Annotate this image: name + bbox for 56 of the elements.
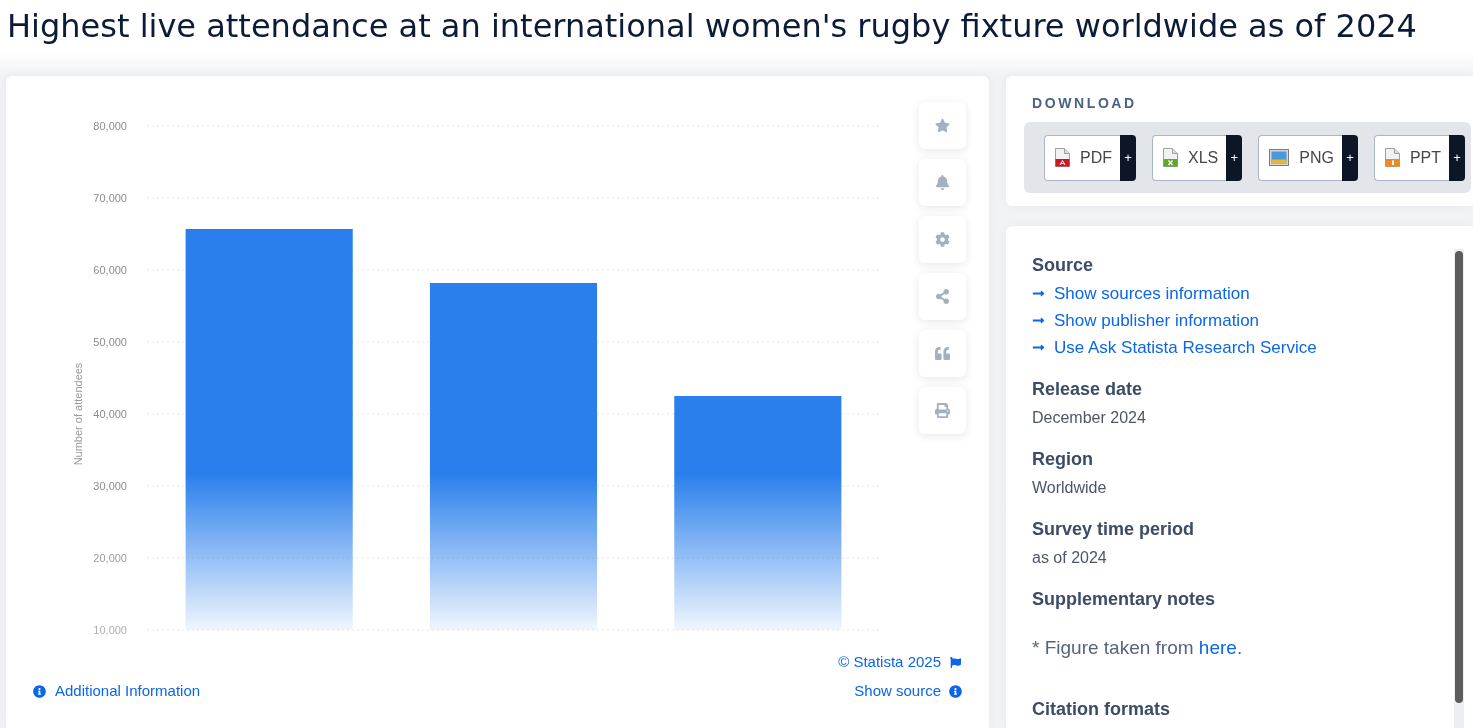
page-title: Highest live attendance at an international women's rugby fixture worldwide as of 2024 <box>7 6 1417 46</box>
show-source-link[interactable]: Show source <box>854 679 962 703</box>
quote-icon <box>935 346 950 361</box>
y-tick-label: 30,000 <box>93 480 127 492</box>
info-icon <box>949 684 962 698</box>
scrollbar-thumb[interactable] <box>1455 251 1463 703</box>
settings-button[interactable] <box>919 216 966 263</box>
download-button[interactable]: PDF <box>1044 134 1120 181</box>
download-heading: DOWNLOAD <box>1032 94 1137 113</box>
flag-icon[interactable] <box>950 656 961 668</box>
pdf-file-icon <box>1055 148 1070 167</box>
image-file-icon <box>1269 149 1290 166</box>
y-tick-label: 70,000 <box>93 192 127 204</box>
presentation-file-icon <box>1384 148 1400 167</box>
share-icon <box>935 289 950 304</box>
more-options-button[interactable]: + <box>1120 134 1136 181</box>
section-heading: Source <box>1032 254 1095 277</box>
y-tick-label: 20,000 <box>93 552 127 564</box>
section-heading: Region <box>1032 448 1094 471</box>
more-options-button[interactable]: + <box>1449 134 1466 181</box>
notification-button[interactable] <box>919 159 966 206</box>
cite-button[interactable] <box>919 330 966 377</box>
section-value: December 2024 <box>1032 408 1146 428</box>
download-button[interactable]: XLS <box>1152 134 1227 181</box>
print-button[interactable] <box>919 387 966 434</box>
section-heading: Citation formats <box>1032 698 1171 721</box>
section-heading: Supplementary notes <box>1032 588 1217 611</box>
supplementary-note: * Figure taken from here. <box>1032 636 1243 660</box>
y-tick-label: 60,000 <box>93 264 127 276</box>
star-icon <box>935 118 950 133</box>
spreadsheet-file-icon <box>1163 148 1178 167</box>
section-heading: Survey time period <box>1032 518 1196 541</box>
y-axis-title: Number of attendees <box>72 362 84 466</box>
section-value: Worldwide <box>1032 478 1107 498</box>
y-tick-label: 50,000 <box>93 336 127 348</box>
note-link[interactable]: here <box>1198 637 1237 658</box>
info-link[interactable]: Use Ask Statista Research Service <box>1032 334 1317 361</box>
settings-icon <box>935 232 950 247</box>
bell-icon <box>935 175 950 190</box>
y-tick-label: 80,000 <box>93 120 127 132</box>
download-button[interactable]: PPT <box>1373 134 1450 181</box>
info-icon <box>33 684 46 698</box>
share-button[interactable] <box>919 273 966 320</box>
download-button[interactable]: PNG <box>1258 134 1342 181</box>
y-tick-label: 40,000 <box>93 408 127 420</box>
more-options-button[interactable]: + <box>1226 134 1243 181</box>
print-icon <box>935 403 950 418</box>
info-link[interactable]: Show publisher information <box>1032 307 1260 334</box>
additional-information-link[interactable]: Additional Information <box>33 679 201 703</box>
copyright-link[interactable]: © Statista 2025 <box>838 650 941 674</box>
info-link[interactable]: Show sources information <box>1032 280 1250 307</box>
y-tick-label: 10,000 <box>93 624 127 636</box>
star-button[interactable] <box>919 102 966 149</box>
section-value: as of 2024 <box>1032 548 1107 568</box>
section-heading: Release date <box>1032 378 1144 401</box>
scrollbar-track[interactable] <box>1454 249 1464 728</box>
